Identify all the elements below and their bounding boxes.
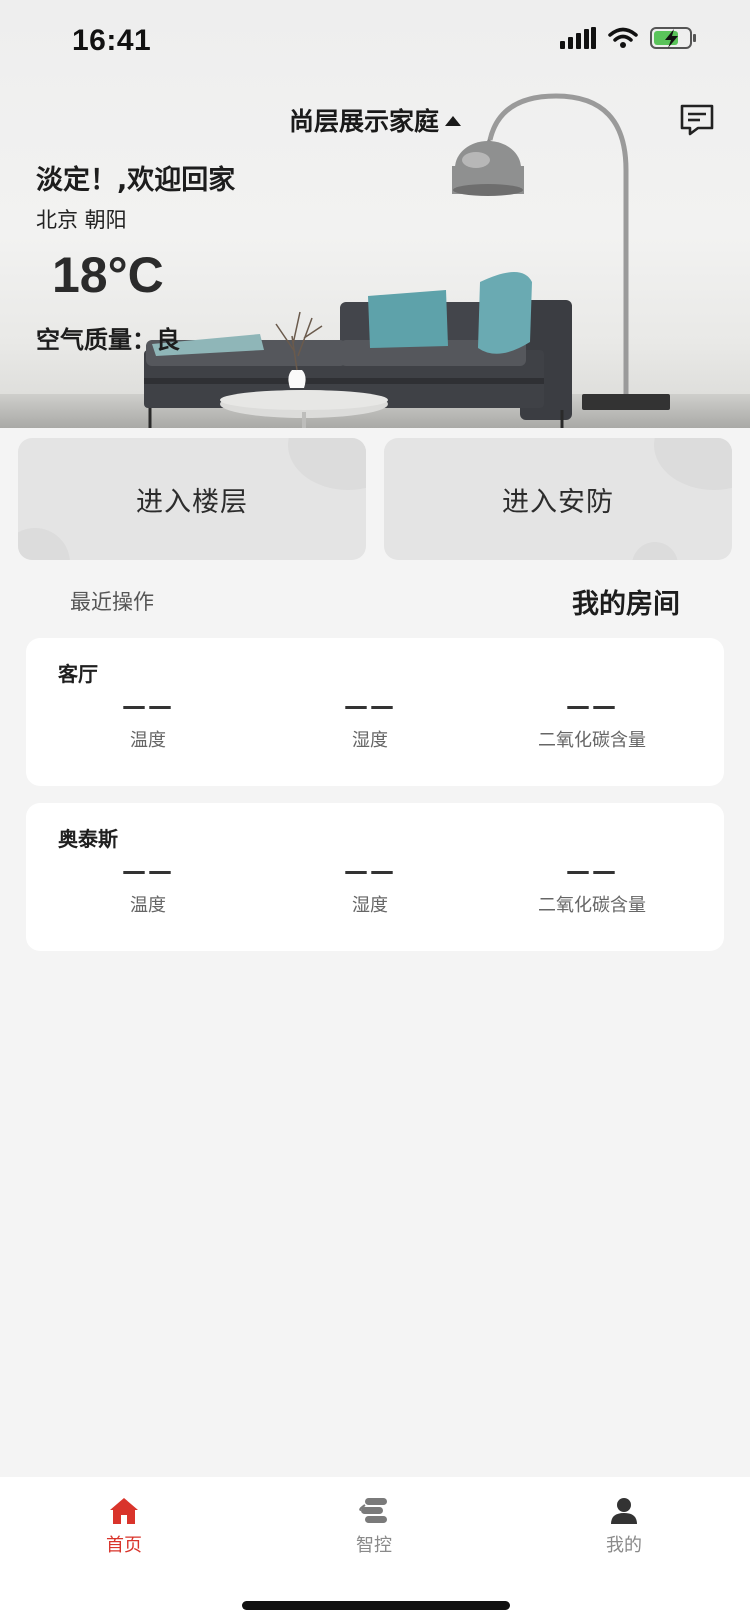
cellular-signal-icon <box>560 27 596 49</box>
metric-label: 湿度 <box>352 730 388 751</box>
tab-my-rooms[interactable]: 我的房间 <box>572 582 680 621</box>
tab-recent-operations[interactable]: 最近操作 <box>70 586 154 616</box>
status-time: 16:41 <box>72 24 152 57</box>
air-quality-text: 空气质量：良 <box>36 326 180 354</box>
decorative-circle <box>288 438 366 490</box>
wifi-icon <box>608 27 638 48</box>
home-icon <box>110 1498 138 1524</box>
metric-label: 温度 <box>130 895 166 916</box>
decorative-circle <box>654 438 732 490</box>
home-indicator <box>242 1601 510 1610</box>
decorative-circle <box>632 542 678 560</box>
tab-home-label: 首页 <box>106 1535 142 1556</box>
room-name: 奥泰斯 <box>58 827 118 851</box>
welcome-text: 淡定！,欢迎回家 <box>36 165 236 196</box>
metric-label: 湿度 <box>352 895 388 916</box>
metric-value: —— <box>344 857 396 885</box>
metric-value: —— <box>566 692 618 720</box>
location-text: 北京 朝阳 <box>36 208 127 232</box>
humidity-metric: —— 湿度 <box>270 857 470 917</box>
temperature-value: 18°C <box>52 247 164 303</box>
message-icon[interactable] <box>680 104 714 136</box>
hero-banner: 16:41 尚层展示家庭 淡定！,欢迎回家 北京 朝阳 18°C 空气质量：良 <box>0 0 750 428</box>
home-name: 尚层展示家庭 <box>288 107 439 136</box>
tab-mine[interactable]: 我的 <box>564 1497 684 1557</box>
home-page: 16:41 尚层展示家庭 淡定！,欢迎回家 北京 朝阳 18°C 空气质量：良 … <box>0 0 750 1623</box>
enter-security-label: 进入安防 <box>502 486 614 518</box>
metric-value: —— <box>122 692 174 720</box>
decorative-circle <box>18 528 70 560</box>
temperature-metric: —— 温度 <box>48 692 248 752</box>
tab-smart-control[interactable]: 智控 <box>314 1497 434 1557</box>
battery-charging-icon <box>650 27 696 49</box>
metric-label: 二氧化碳含量 <box>538 730 646 751</box>
temperature-metric: —— 温度 <box>48 857 248 917</box>
metric-value: —— <box>122 857 174 885</box>
enter-floor-label: 进入楼层 <box>136 486 248 518</box>
metric-value: —— <box>566 857 618 885</box>
enter-floor-button[interactable]: 进入楼层 <box>18 438 366 560</box>
co2-metric: —— 二氧化碳含量 <box>492 857 692 917</box>
enter-security-button[interactable]: 进入安防 <box>384 438 732 560</box>
status-icons <box>560 26 698 50</box>
metric-label: 二氧化碳含量 <box>538 895 646 916</box>
tab-smart-control-label: 智控 <box>356 1535 392 1556</box>
tab-mine-label: 我的 <box>606 1535 642 1556</box>
humidity-metric: —— 湿度 <box>270 692 470 752</box>
home-switcher[interactable]: 尚层展示家庭 <box>0 102 750 138</box>
metric-label: 温度 <box>130 730 166 751</box>
room-name: 客厅 <box>58 662 98 686</box>
co2-metric: —— 二氧化碳含量 <box>492 692 692 752</box>
tab-home[interactable]: 首页 <box>64 1497 184 1557</box>
user-icon <box>611 1498 637 1524</box>
caret-up-icon <box>445 116 461 126</box>
metric-value: —— <box>344 692 396 720</box>
room-card[interactable]: 客厅 —— 温度 —— 湿度 —— 二氧化碳含量 <box>26 638 724 786</box>
smart-control-icon <box>359 1498 387 1523</box>
room-card[interactable]: 奥泰斯 —— 温度 —— 湿度 —— 二氧化碳含量 <box>26 803 724 951</box>
